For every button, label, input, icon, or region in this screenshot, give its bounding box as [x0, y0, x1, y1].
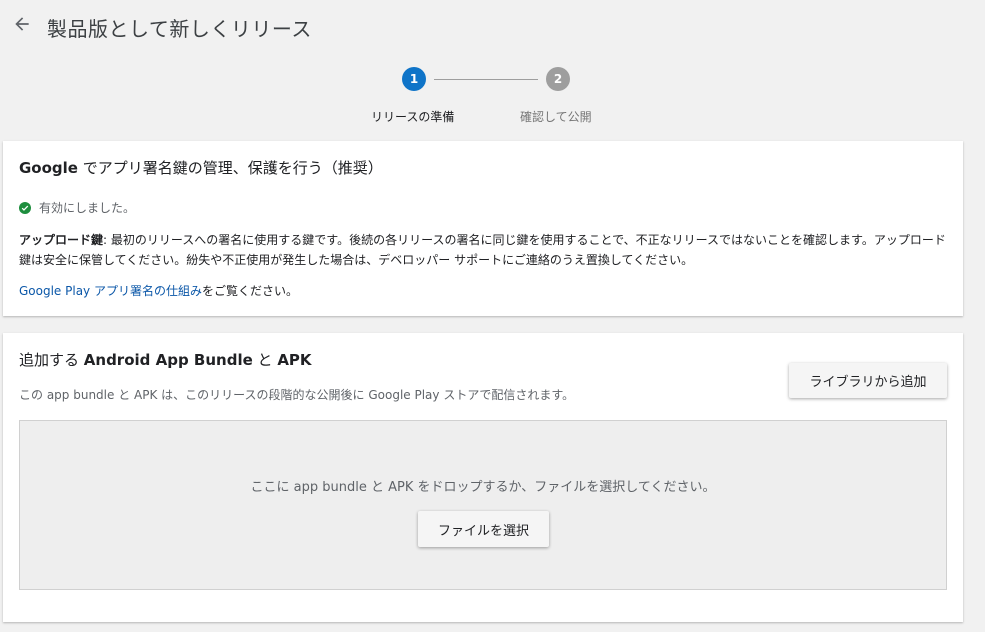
app-signing-title-bold: Google [19, 159, 78, 177]
app-bundle-title: 追加する Android App Bundle と APK [19, 349, 312, 370]
page-title: 製品版として新しくリリース [47, 17, 312, 41]
check-circle-icon [19, 201, 31, 214]
app-signing-learn-more-link[interactable]: Google Play アプリ署名の仕組み [19, 284, 202, 298]
arrow-back-icon [15, 17, 29, 31]
link-suffix: をご覧ください。 [201, 284, 298, 298]
upload-key-text: : 最初のリリースへの署名に使用する鍵です。後続の各リリースの署名に同じ鍵を使用… [19, 233, 946, 267]
bundle-title-bold: Android App Bundle [83, 351, 253, 369]
file-drop-zone[interactable]: ここに app bundle と APK をドロップするか、ファイルを選択してく… [19, 420, 947, 590]
page-header: 製品版として新しくリリース [0, 0, 985, 52]
add-from-library-button[interactable]: ライブラリから追加 [789, 363, 947, 398]
step-2-indicator: 2 [546, 67, 570, 91]
step-1-label: リリースの準備 [371, 110, 455, 124]
choose-file-button[interactable]: ファイルを選択 [418, 511, 549, 547]
app-bundle-card: 追加する Android App Bundle と APK この app bun… [3, 333, 963, 622]
app-signing-status: 有効にしました。 [19, 199, 135, 216]
drop-zone-text: ここに app bundle と APK をドロップするか、ファイルを選択してく… [250, 480, 716, 495]
app-signing-card: Google でアプリ署名鍵の管理、保護を行う（推奨） 有効にしました。 アップ… [3, 141, 963, 316]
stepper-connector [434, 79, 538, 80]
status-text: 有効にしました。 [39, 201, 136, 215]
app-signing-title-rest: でアプリ署名鍵の管理、保護を行う（推奨） [77, 159, 383, 177]
upload-key-term: アップロード鍵 [19, 233, 104, 247]
back-button[interactable] [10, 12, 34, 36]
app-bundle-subtitle: この app bundle と APK は、このリリースの段階的な公開後に Go… [19, 388, 575, 402]
upload-key-description: アップロード鍵: 最初のリリースへの署名に使用する鍵です。後続の各リリースの署名… [19, 230, 949, 270]
bundle-title-bold2: APK [277, 351, 312, 369]
app-signing-link-row: Google Play アプリ署名の仕組みをご覧ください。 [19, 282, 298, 299]
bundle-title-mid: と [252, 351, 278, 369]
app-signing-title: Google でアプリ署名鍵の管理、保護を行う（推奨） [19, 157, 383, 178]
step-2-label: 確認して公開 [520, 110, 592, 124]
step-1-indicator: 1 [402, 67, 426, 91]
bundle-title-prefix: 追加する [19, 351, 84, 369]
release-stepper: 1 2 リリースの準備 確認して公開 [0, 64, 985, 128]
